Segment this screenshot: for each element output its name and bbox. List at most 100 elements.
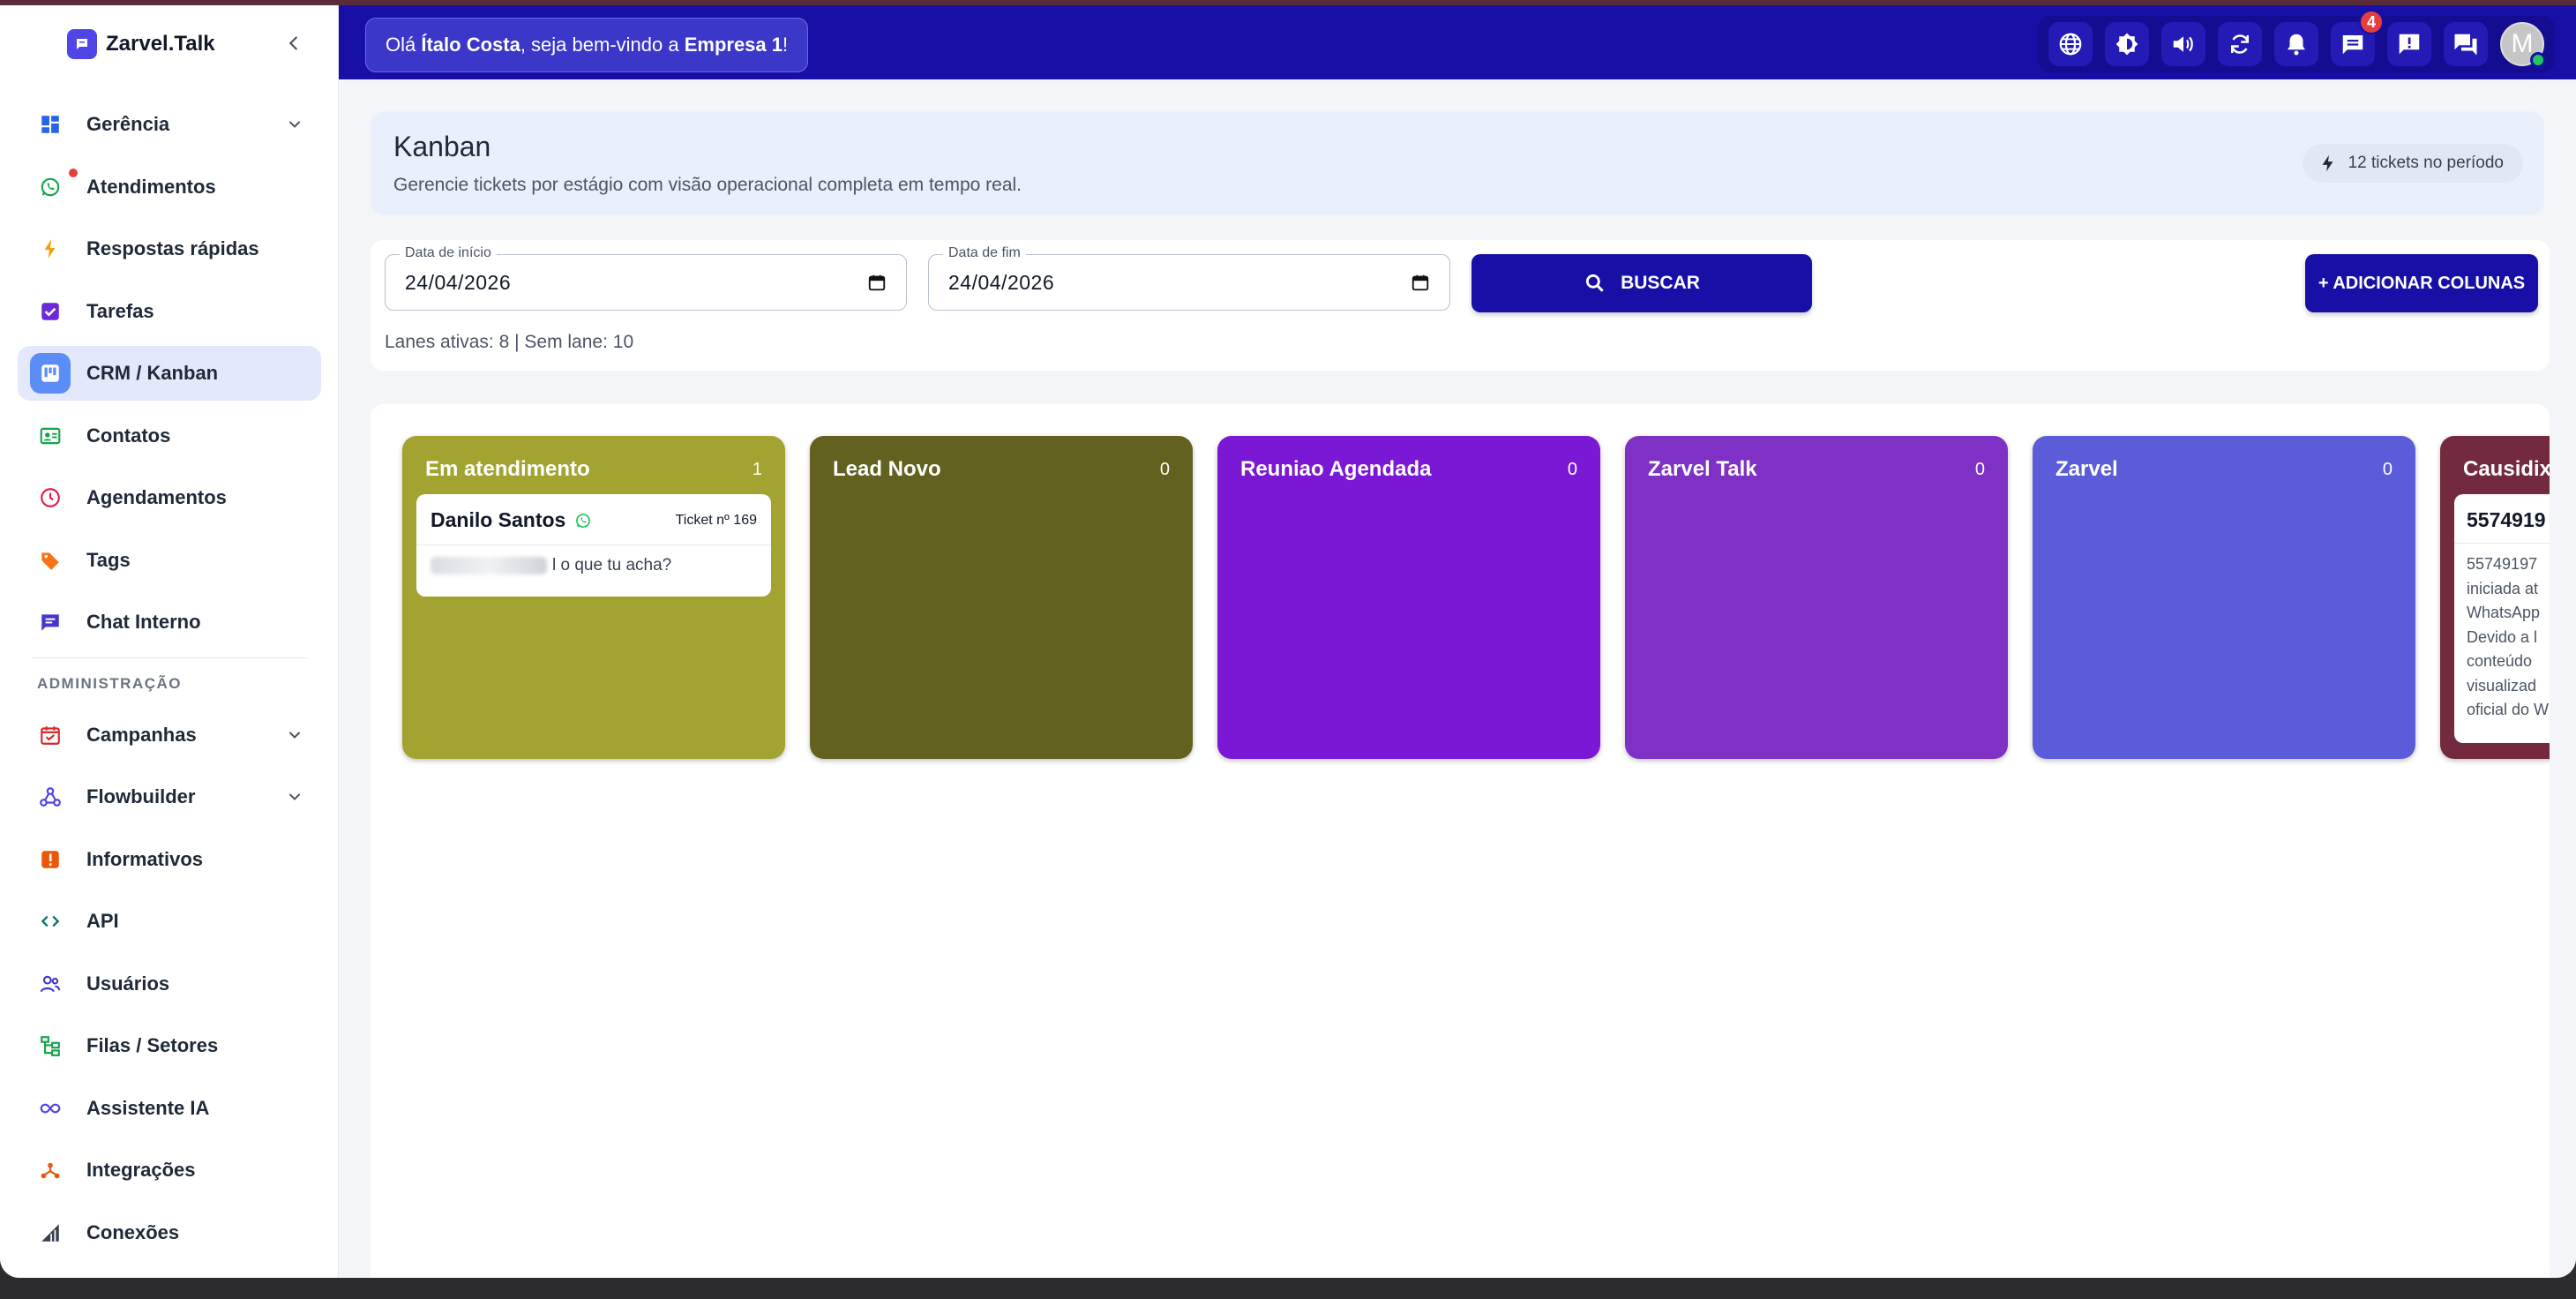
search-button-label: BUSCAR — [1621, 273, 1700, 293]
ticket-card[interactable]: 5574919 55749197 iniciada at WhatsApp De… — [2454, 494, 2550, 743]
sidebar-item-assistente-ia[interactable]: Assistente IA — [18, 1081, 321, 1136]
user-avatar[interactable]: M — [2500, 22, 2546, 68]
lanes-info: Lanes ativas: 8 | Sem lane: 10 — [385, 332, 634, 352]
sidebar-item-api[interactable]: API — [18, 894, 321, 949]
calendar-icon[interactable] — [1411, 273, 1430, 292]
sidebar-item-campanhas[interactable]: Campanhas — [18, 708, 321, 762]
sidebar-item-label: Assistente IA — [86, 1096, 210, 1119]
company-name: Empresa 1 — [684, 34, 783, 56]
sidebar-item-atendimentos[interactable]: Atendimentos — [18, 160, 321, 214]
sidebar-item-label: Filas / Setores — [86, 1034, 219, 1056]
sidebar-item-label: Integrações — [86, 1159, 196, 1181]
sidebar-item-contatos[interactable]: Contatos — [18, 409, 321, 463]
card-contact: Danilo Santos — [431, 508, 592, 532]
message-line: iniciada at — [2467, 579, 2539, 597]
sidebar-item-label: Chat Interno — [86, 611, 201, 633]
sidebar: Zarvel.Talk Gerência Atendimentos Respos… — [0, 5, 339, 1278]
announcement-icon — [30, 839, 71, 880]
sidebar-item-label: Agendamentos — [86, 486, 227, 508]
end-date-label: Data de fim — [943, 245, 1026, 261]
sidebar-item-label: Tags — [86, 548, 131, 571]
messages-badge: 4 — [2359, 10, 2384, 34]
app-window: Zarvel.Talk Gerência Atendimentos Respos… — [0, 0, 2576, 1278]
redacted-text — [431, 557, 547, 574]
lane-header: Zarvel Talk 0 — [1625, 436, 2008, 503]
language-button[interactable] — [2048, 22, 2093, 66]
lane-reuniao-agendada[interactable]: Reuniao Agendada 0 — [1217, 436, 1600, 759]
card-divider — [416, 544, 771, 545]
start-date-field[interactable]: Data de início 24/04/2026 — [385, 245, 907, 311]
sidebar-item-tarefas[interactable]: Tarefas — [18, 284, 321, 339]
brand[interactable]: Zarvel.Talk — [67, 28, 215, 60]
messages-button[interactable]: 4 — [2331, 10, 2384, 66]
sidebar-item-agendamentos[interactable]: Agendamentos — [18, 470, 321, 525]
lane-zarvel-talk[interactable]: Zarvel Talk 0 — [1625, 436, 2008, 759]
notification-dot — [67, 166, 79, 179]
calendar-icon[interactable] — [867, 273, 887, 292]
sidebar-item-tags[interactable]: Tags — [18, 533, 321, 588]
start-date-label: Data de início — [400, 245, 497, 261]
internal-chat-button[interactable] — [2444, 22, 2488, 66]
lane-causidix[interactable]: Causidix 5574919 55749197 iniciada at Wh… — [2440, 436, 2550, 759]
card-divider — [2454, 543, 2550, 544]
chat-icon — [2342, 35, 2363, 55]
sidebar-item-gerencia[interactable]: Gerência — [18, 97, 321, 152]
brightness-icon — [2115, 33, 2138, 56]
card-header: Danilo Santos Ticket nº 169 — [431, 508, 757, 532]
chevron-down-icon — [289, 121, 300, 128]
sidebar-item-label: Informativos — [86, 847, 204, 870]
sidebar-item-label: Tarefas — [86, 299, 154, 322]
welcome-middle: , seja bem-vindo a — [520, 34, 685, 56]
sidebar-item-label: Gerência — [86, 113, 170, 135]
main-content: Kanban Gerencie tickets por estágio com … — [339, 79, 2576, 1278]
sidebar-item-informativos[interactable]: Informativos — [18, 832, 321, 887]
sound-button[interactable] — [2161, 22, 2205, 66]
add-columns-button[interactable]: + ADICIONAR COLUNAS — [2305, 254, 2538, 312]
sidebar-item-respostas-rapidas[interactable]: Respostas rápidas — [18, 222, 321, 276]
volume-icon — [2173, 36, 2193, 52]
sidebar-item-conexoes[interactable]: Conexões — [18, 1205, 321, 1260]
welcome-message: Olá Ítalo Costa , seja bem-vindo a Empre… — [365, 18, 809, 72]
collapse-sidebar-button[interactable] — [279, 28, 309, 58]
refresh-button[interactable] — [2218, 22, 2262, 66]
end-date-field[interactable]: Data de fim 24/04/2026 — [928, 245, 1450, 311]
sidebar-item-label: Contatos — [86, 424, 171, 447]
message-line: oficial do W — [2467, 701, 2550, 718]
theme-toggle-button[interactable] — [2105, 22, 2149, 66]
lane-header: Zarvel 0 — [2033, 436, 2415, 503]
lane-lead-novo[interactable]: Lead Novo 0 — [810, 436, 1193, 759]
lane-count: 0 — [1974, 459, 1985, 479]
lane-header: Reuniao Agendada 0 — [1217, 436, 1600, 503]
sidebar-item-flowbuilder[interactable]: Flowbuilder — [18, 770, 321, 824]
lane-count: 1 — [752, 459, 762, 479]
sidebar-item-filas-setores[interactable]: Filas / Setores — [18, 1018, 321, 1073]
sidebar-item-crm-kanban[interactable]: CRM / Kanban — [18, 346, 321, 401]
lane-zarvel[interactable]: Zarvel 0 — [2033, 436, 2415, 759]
filters-panel: Data de início 24/04/2026 Data de fim 24… — [371, 240, 2550, 371]
lane-title: Causidix — [2463, 457, 2550, 481]
sidebar-item-chat-interno[interactable]: Chat Interno — [18, 595, 321, 650]
sidebar-item-label: Flowbuilder — [86, 785, 196, 807]
sidebar-item-label: Atendimentos — [86, 175, 216, 198]
sidebar-item-label: API — [86, 910, 119, 932]
announcements-button[interactable] — [2387, 22, 2431, 66]
sidebar-item-usuarios[interactable]: Usuários — [18, 957, 321, 1011]
sidebar-item-label: CRM / Kanban — [86, 362, 219, 384]
kanban-lanes: Em atendimento 1 Danilo Santos Ticket nº… — [402, 436, 2550, 759]
clock-icon — [30, 477, 71, 518]
search-button[interactable]: BUSCAR — [1471, 254, 1812, 312]
lane-em-atendimento[interactable]: Em atendimento 1 Danilo Santos Ticket nº… — [402, 436, 785, 759]
ticket-card[interactable]: Danilo Santos Ticket nº 169 l o que tu a… — [416, 494, 771, 597]
card-last-message: l o que tu acha? — [431, 556, 757, 575]
chevron-down-icon — [289, 732, 300, 739]
chat-bubble-icon — [30, 602, 71, 642]
tag-icon — [30, 540, 71, 581]
tickets-count-chip: 12 tickets no período — [2302, 144, 2523, 183]
sidebar-section-title: ADMINISTRAÇÃO — [37, 674, 182, 692]
notifications-button[interactable] — [2274, 22, 2318, 66]
sidebar-item-label: Respostas rápidas — [86, 237, 259, 259]
tree-icon — [30, 1025, 71, 1066]
bolt-icon — [30, 229, 71, 269]
sidebar-item-integracoes[interactable]: Integrações — [18, 1143, 321, 1198]
search-icon — [1586, 274, 1604, 292]
